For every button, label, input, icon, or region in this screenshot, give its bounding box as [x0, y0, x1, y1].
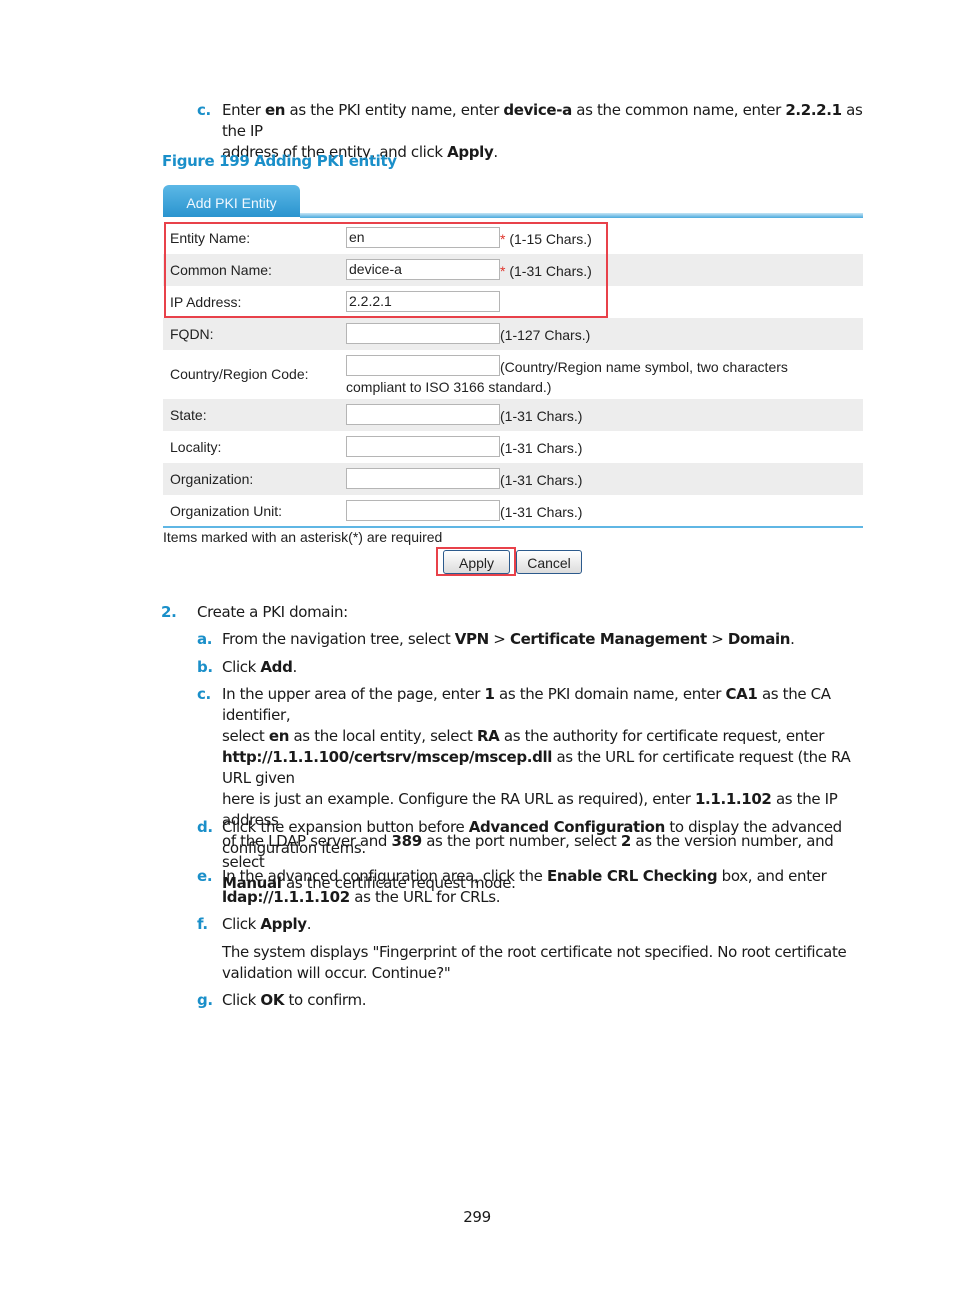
- state-hint: (1-31 Chars.): [500, 408, 583, 424]
- organization-input[interactable]: [346, 468, 500, 489]
- step-marker-g: g.: [197, 991, 213, 1009]
- organization-label: Organization:: [170, 471, 254, 487]
- form-row-state: State: (1-31 Chars.): [163, 399, 863, 431]
- fqdn-hint: (1-127 Chars.): [500, 327, 591, 343]
- form-row-country-code: Country/Region Code: (Country/Region nam…: [163, 350, 863, 399]
- state-label: State:: [170, 407, 207, 423]
- fqdn-label: FQDN:: [170, 326, 214, 342]
- step2d-text: Click the expansion button before Advanc…: [222, 818, 842, 857]
- highlight-box-required-fields: [164, 222, 608, 318]
- step-marker-e: e.: [197, 867, 213, 885]
- state-input[interactable]: [346, 404, 500, 425]
- fqdn-input[interactable]: [346, 323, 500, 344]
- required-note: Items marked with an asterisk(*) are req…: [163, 529, 443, 545]
- step2f-text: Click Apply.: [222, 915, 312, 933]
- country-code-label: Country/Region Code:: [170, 366, 309, 382]
- tab-add-pki-entity[interactable]: Add PKI Entity: [163, 185, 300, 217]
- step2c-text: In the upper area of the page, enter 1 a…: [222, 685, 851, 892]
- cancel-button[interactable]: Cancel: [516, 550, 582, 574]
- page-number: 299: [463, 1208, 491, 1226]
- step2b-text: Click Add.: [222, 658, 297, 676]
- figure-caption: Figure 199 Adding PKI entity: [162, 152, 397, 170]
- step2a-text: From the navigation tree, select VPN > C…: [222, 630, 795, 648]
- step2f-note: The system displays "Fingerprint of the …: [222, 943, 847, 982]
- highlight-box-apply: [436, 547, 516, 576]
- organization-unit-input[interactable]: [346, 500, 500, 521]
- form-bottom-divider: [163, 526, 863, 528]
- form-row-organization: Organization: (1-31 Chars.): [163, 463, 863, 495]
- organization-unit-hint: (1-31 Chars.): [500, 504, 583, 520]
- step-marker-f: f.: [197, 915, 208, 933]
- locality-input[interactable]: [346, 436, 500, 457]
- form-row-locality: Locality: (1-31 Chars.): [163, 431, 863, 463]
- step-marker-d: d.: [197, 818, 213, 836]
- country-code-input[interactable]: [346, 355, 500, 376]
- organization-hint: (1-31 Chars.): [500, 472, 583, 488]
- tab-stripe: [300, 213, 863, 218]
- step-marker-2: 2.: [161, 603, 177, 621]
- step2g-text: Click OK to confirm.: [222, 991, 367, 1009]
- locality-hint: (1-31 Chars.): [500, 440, 583, 456]
- country-code-hint: (Country/Region name symbol, two charact…: [500, 359, 788, 375]
- step2-text: Create a PKI domain:: [197, 603, 348, 621]
- locality-label: Locality:: [170, 439, 222, 455]
- organization-unit-label: Organization Unit:: [170, 503, 283, 519]
- country-code-hint-cont: compliant to ISO 3166 standard.): [346, 379, 552, 395]
- step-marker-b: b.: [197, 658, 213, 676]
- step-marker-c: c.: [197, 101, 211, 119]
- form-row-fqdn: FQDN: (1-127 Chars.): [163, 318, 863, 350]
- step2e-text: In the advanced configuration area, clic…: [222, 867, 827, 906]
- step-marker-a: a.: [197, 630, 213, 648]
- form-row-organization-unit: Organization Unit: (1-31 Chars.): [163, 495, 863, 527]
- step-marker-c2: c.: [197, 685, 211, 703]
